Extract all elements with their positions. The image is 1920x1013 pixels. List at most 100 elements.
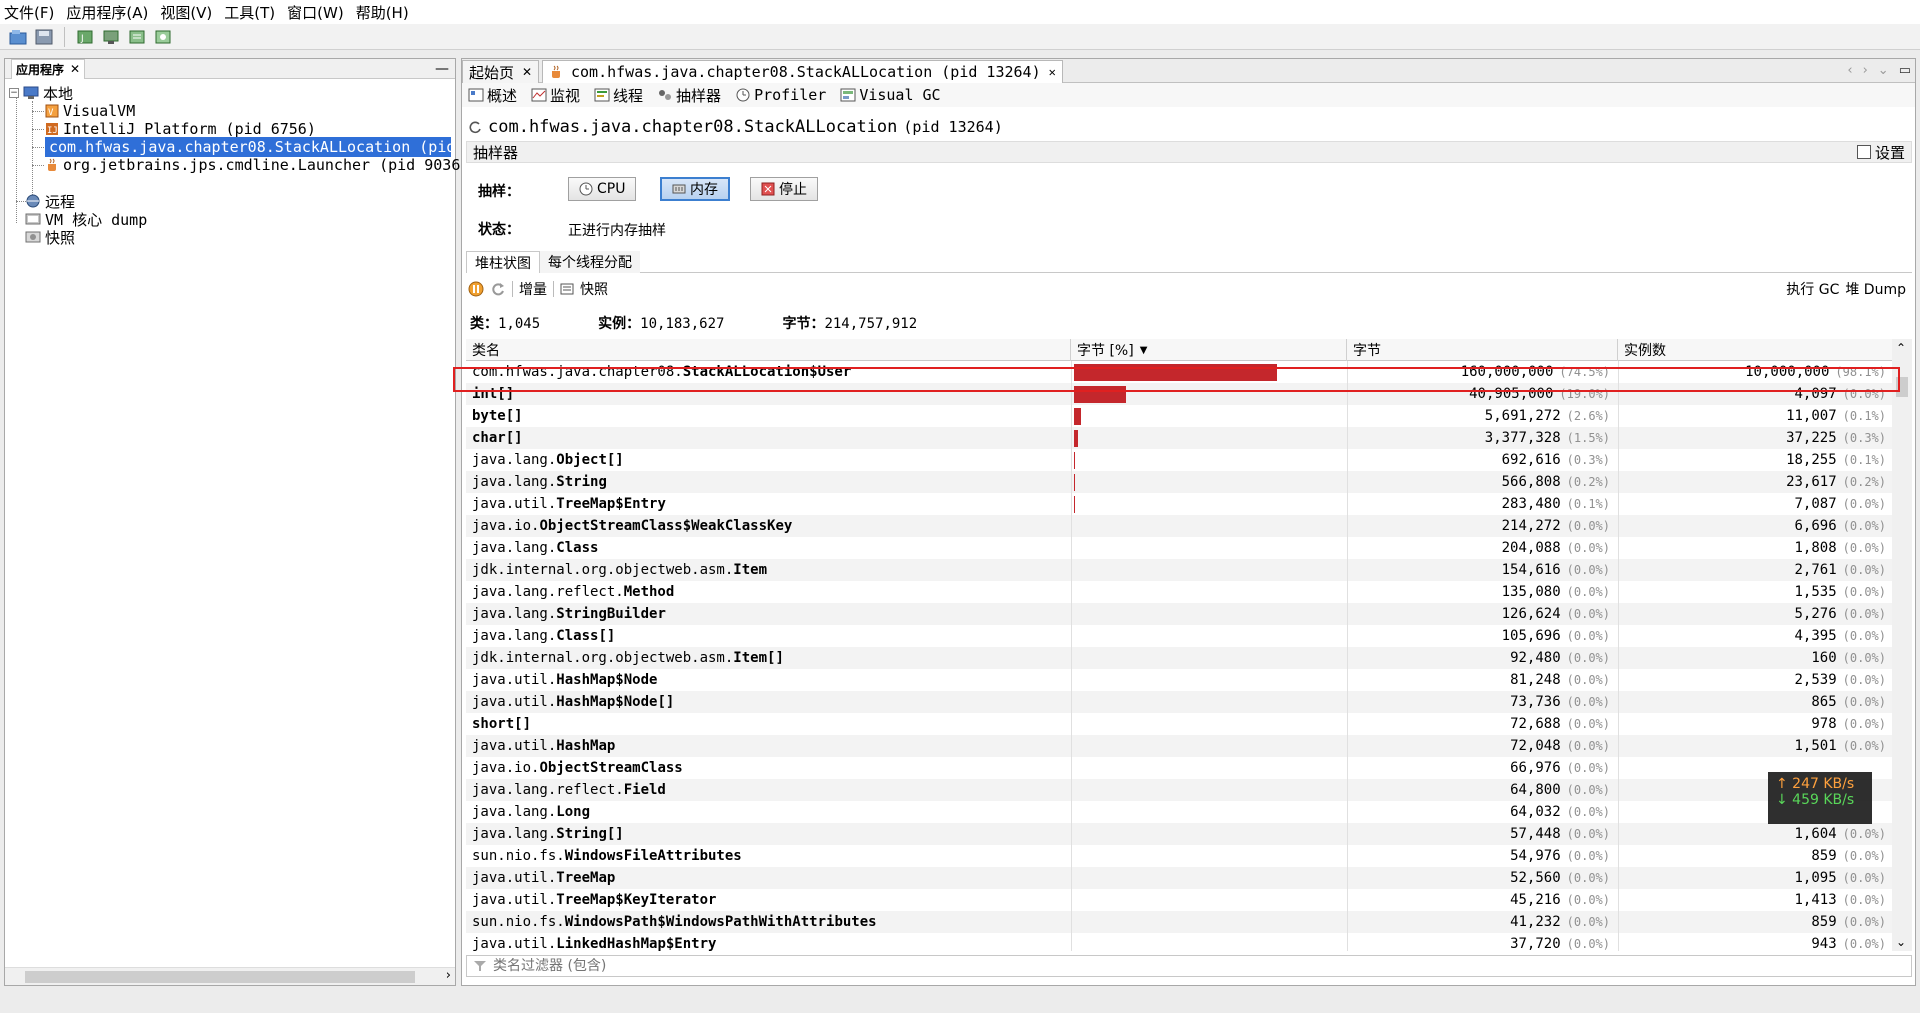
table-row[interactable]: sun.nio.fs. WindowsFileAttributes 54,976 (0… xyxy=(466,845,1892,867)
cell-instances: 1,501 (0.0%) xyxy=(1618,735,1892,757)
perform-gc-button[interactable]: 执行 GC xyxy=(1786,279,1839,299)
tab-sampler[interactable]: 抽样器 xyxy=(657,85,721,106)
tree-node-snapshots[interactable]: 快照 xyxy=(25,227,75,247)
table-row[interactable]: java.lang. Object[] 692,616 (0.3%) 18,255 (0.… xyxy=(466,449,1892,471)
heap-dump-button[interactable]: 堆 Dump xyxy=(1845,279,1906,299)
close-icon[interactable]: ✕ xyxy=(70,62,80,76)
table-row[interactable]: java.util. TreeMap 52,560 (0.0%) 1,095 (0.0%) xyxy=(466,867,1892,889)
scrollbar-thumb[interactable] xyxy=(1896,377,1908,397)
stop-button[interactable]: 停止 xyxy=(750,177,818,201)
chevron-up-icon[interactable]: ⌃ xyxy=(1896,341,1906,355)
add-remote-host-button[interactable] xyxy=(101,27,121,47)
table-row[interactable]: jdk.internal.org.objectweb.asm. Item[] 92,… xyxy=(466,647,1892,669)
table-row[interactable]: java.util. HashMap$Node[] 73,736 (0.0%) 865 (… xyxy=(466,691,1892,713)
table-row[interactable]: java.util. TreeMap$Entry 283,480 (0.1%) 7,08… xyxy=(466,493,1892,515)
collapse-icon[interactable]: − xyxy=(9,88,19,98)
table-row[interactable]: byte[] 5,691,272 (2.6%) 11,007 (0.1%) xyxy=(466,405,1892,427)
tab-stack-allocation[interactable]: com.hfwas.java.chapter08.StackALLocation… xyxy=(542,60,1063,83)
applications-tab[interactable]: 应用程序 ✕ xyxy=(11,58,86,79)
tree-node-launcher[interactable]: org.jetbrains.jps.cmdline.Launcher (pid … xyxy=(45,155,469,175)
table-row[interactable]: java.lang. Long 64,032 (0.0%) xyxy=(466,801,1892,823)
class-filter-input[interactable] xyxy=(493,958,1093,974)
menu-tools[interactable]: 工具(T) xyxy=(224,2,275,23)
chevron-down-icon[interactable]: ⌄ xyxy=(1896,935,1906,949)
tree-line xyxy=(32,147,44,148)
column-header-instances[interactable]: 实例数 xyxy=(1618,339,1892,361)
tree-node-visualvm[interactable]: V VisualVM xyxy=(45,101,135,121)
class-filter[interactable] xyxy=(466,955,1912,977)
settings-toggle[interactable]: 设置 xyxy=(1856,142,1905,163)
pause-icon[interactable] xyxy=(468,281,484,297)
table-row[interactable]: java.lang. String[] 57,448 (0.0%) 1,604 (0.0%… xyxy=(466,823,1892,845)
table-row[interactable]: java.lang. StringBuilder 126,624 (0.0%) 5,27… xyxy=(466,603,1892,625)
memory-sample-button[interactable]: 内存 xyxy=(660,177,730,201)
tree-node-intellij[interactable]: IJ IntelliJ Platform (pid 6756) xyxy=(45,119,316,139)
tree-node-stack-allocation[interactable]: com.hfwas.java.chapter08.StackALLocation… xyxy=(45,137,492,157)
tab-monitor[interactable]: 监视 xyxy=(531,85,580,106)
menu-view[interactable]: 视图(V) xyxy=(160,2,212,23)
table-row[interactable]: int[] 40,905,000 (19.0%) 4,097 (0.0%) xyxy=(466,383,1892,405)
tab-profiler[interactable]: Profiler xyxy=(735,86,826,104)
menu-help[interactable]: 帮助(H) xyxy=(356,2,409,23)
refresh-icon[interactable] xyxy=(490,281,506,297)
save-button[interactable] xyxy=(34,27,54,47)
table-row[interactable]: char[] 3,377,328 (1.5%) 37,225 (0.3%) xyxy=(466,427,1892,449)
add-snapshot-button[interactable] xyxy=(153,27,173,47)
column-header-bytes-percent[interactable]: 字节 [%] ▼ xyxy=(1071,339,1347,361)
menu-window[interactable]: 窗口(W) xyxy=(287,2,344,23)
table-row[interactable]: java.util. HashMap 72,048 (0.0%) 1,501 (0.0%) xyxy=(466,735,1892,757)
snapshot-button[interactable]: 快照 xyxy=(580,279,608,299)
column-header-class-name[interactable]: 类名 xyxy=(466,339,1071,361)
tree-node-core-dump[interactable]: VM 核心 dump xyxy=(25,209,147,229)
chevron-down-icon[interactable]: ⌄ xyxy=(1878,63,1889,78)
tab-per-thread-allocation[interactable]: 每个线程分配 xyxy=(540,251,640,273)
bytes-value: 160,000,000 xyxy=(1460,364,1554,380)
tab-visual-gc[interactable]: Visual GC xyxy=(840,86,941,104)
summary-bytes: 字节：214,757,912 xyxy=(782,313,917,333)
table-row[interactable]: java.io. ObjectStreamClass$WeakClassKey 21… xyxy=(466,515,1892,537)
class-package: java.lang.reflect. xyxy=(472,584,624,600)
sampler-subtabs: 堆柱状图 每个线程分配 xyxy=(466,251,1912,273)
cpu-sample-button[interactable]: CPU xyxy=(568,177,637,201)
menu-application[interactable]: 应用程序(A) xyxy=(66,2,148,23)
table-row[interactable]: java.lang. String 566,808 (0.2%) 23,617 (0.2%… xyxy=(466,471,1892,493)
table-row[interactable]: java.util. TreeMap$KeyIterator 45,216 (0.0%… xyxy=(466,889,1892,911)
settings-checkbox[interactable] xyxy=(1856,145,1871,159)
chevron-right-icon[interactable]: › xyxy=(1863,63,1868,78)
tab-heap-histogram[interactable]: 堆柱状图 xyxy=(466,251,540,273)
open-file-button[interactable] xyxy=(8,27,28,47)
close-icon[interactable]: ✕ xyxy=(1049,65,1056,79)
table-row[interactable]: com.hfwas.java.chapter08. StackALLocation… xyxy=(466,361,1892,383)
table-row[interactable]: java.lang. Class 204,088 (0.0%) 1,808 (0.0%) xyxy=(466,537,1892,559)
add-dump-button[interactable] xyxy=(127,27,147,47)
table-row[interactable]: java.io. ObjectStreamClass 66,976 (0.0%) xyxy=(466,757,1892,779)
tab-threads[interactable]: 线程 xyxy=(594,85,643,106)
instances-value: 1,501 xyxy=(1794,738,1837,754)
table-row[interactable]: sun.nio.fs. WindowsPath$WindowsPathWithAt… xyxy=(466,911,1892,933)
delta-toggle[interactable]: 增量 xyxy=(519,279,547,299)
tree-node-local[interactable]: − 本地 xyxy=(9,83,73,103)
maximize-icon[interactable]: ▭ xyxy=(1899,63,1911,78)
table-row[interactable]: java.util. HashMap$Node 81,248 (0.0%) 2,539 (… xyxy=(466,669,1892,691)
histogram-summary: 类：1,045 实例：10,183,627 字节：214,757,912 xyxy=(470,313,917,333)
tab-profiler-label: Profiler xyxy=(754,86,827,104)
table-row[interactable]: java.lang. Class[] 105,696 (0.0%) 4,395 (0.0%… xyxy=(466,625,1892,647)
chevron-right-icon[interactable]: › xyxy=(446,968,451,983)
minimize-icon[interactable]: — xyxy=(435,61,449,77)
chevron-left-icon[interactable]: ‹ xyxy=(1847,63,1852,78)
tab-overview[interactable]: 概述 xyxy=(468,85,517,106)
table-row[interactable]: java.lang.reflect. Field 64,800 (0.0%) xyxy=(466,779,1892,801)
scrollbar-thumb[interactable] xyxy=(25,971,415,983)
add-jmx-button[interactable]: J xyxy=(75,27,95,47)
menu-file[interactable]: 文件(F) xyxy=(4,2,54,23)
horizontal-scrollbar[interactable]: › xyxy=(5,967,455,985)
column-header-bytes[interactable]: 字节 xyxy=(1347,339,1618,361)
class-simple-name: Method xyxy=(623,584,675,600)
table-row[interactable]: jdk.internal.org.objectweb.asm. Item 154,6… xyxy=(466,559,1892,581)
vertical-scrollbar[interactable]: ⌃ ⌄ xyxy=(1892,339,1912,951)
tab-start-page[interactable]: 起始页 ✕ xyxy=(462,60,540,83)
table-row[interactable]: java.lang.reflect. Method 135,080 (0.0%) 1,5… xyxy=(466,581,1892,603)
close-icon[interactable]: ✕ xyxy=(522,65,532,79)
table-row[interactable]: java.util. LinkedHashMap$Entry 37,720 (0.0%… xyxy=(466,933,1892,951)
table-row[interactable]: short[] 72,688 (0.0%) 978 (0.0%) xyxy=(466,713,1892,735)
